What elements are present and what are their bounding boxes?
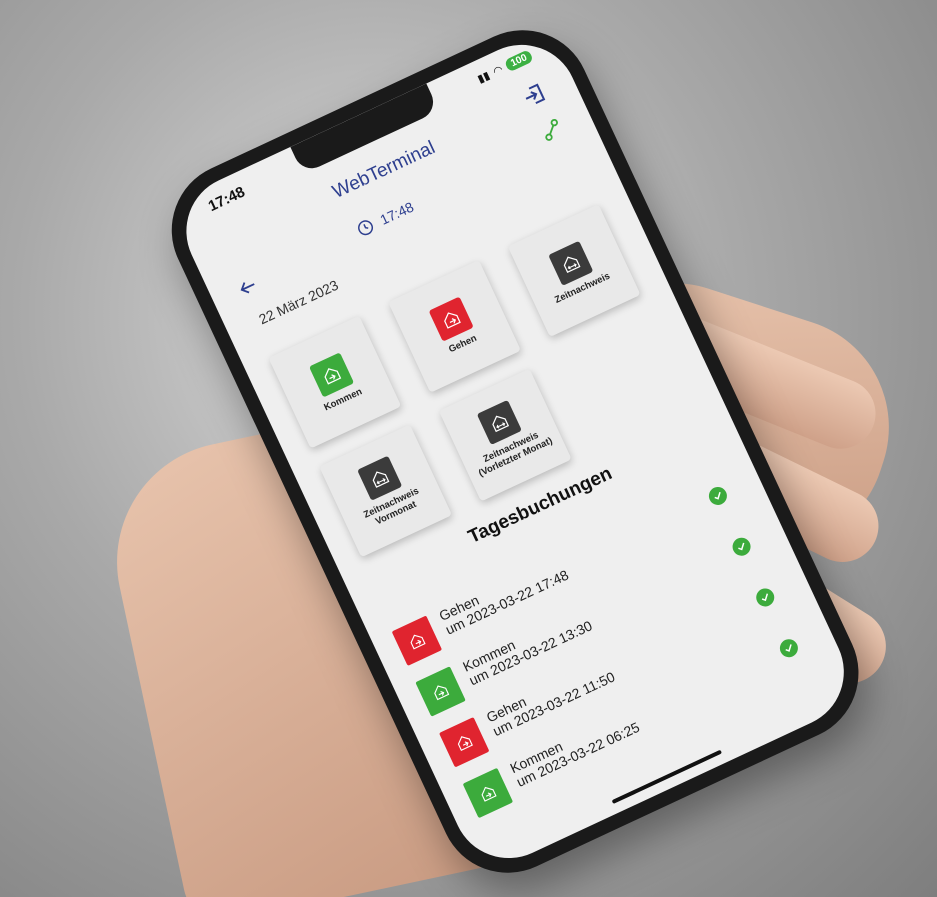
signal-icon: ▮▮ xyxy=(475,69,492,86)
photo-scene: 17:48 ▮▮ ◠ 100 WebTerminal 17:48 22 März… xyxy=(0,0,937,897)
current-time: 17:48 xyxy=(354,198,417,240)
enter-house-icon xyxy=(462,767,514,819)
enter-house-icon xyxy=(415,666,466,717)
current-date: 22 März 2023 xyxy=(256,276,341,328)
battery-indicator: 100 xyxy=(504,49,534,73)
clock-time: 17:48 xyxy=(377,198,417,228)
check-icon xyxy=(753,585,778,610)
check-icon xyxy=(776,636,801,661)
connection-status-icon[interactable] xyxy=(537,115,566,144)
tile-zeitnachweis[interactable]: Zeitnachweis xyxy=(507,204,641,338)
back-arrow-icon[interactable] xyxy=(233,273,262,302)
tile-zeitnachweis-vorletzter-monat[interactable]: Zeitnachweis (Vorletzter Monat) xyxy=(438,368,572,502)
exit-house-icon xyxy=(391,615,443,666)
check-icon xyxy=(729,534,754,559)
tile-gehen[interactable]: Gehen xyxy=(388,259,522,393)
tile-zeitnachweis-vormonat[interactable]: Zeitnachweis Vormonat xyxy=(319,424,453,558)
wifi-icon: ◠ xyxy=(491,63,506,79)
clock-icon xyxy=(358,220,374,236)
time-record-icon xyxy=(548,240,594,286)
tile-kommen[interactable]: Kommen xyxy=(268,315,402,449)
exit-house-icon xyxy=(438,716,490,768)
status-time: 17:48 xyxy=(205,183,248,216)
check-icon xyxy=(705,483,730,508)
enter-house-icon xyxy=(308,351,354,398)
exit-house-icon xyxy=(428,296,474,342)
